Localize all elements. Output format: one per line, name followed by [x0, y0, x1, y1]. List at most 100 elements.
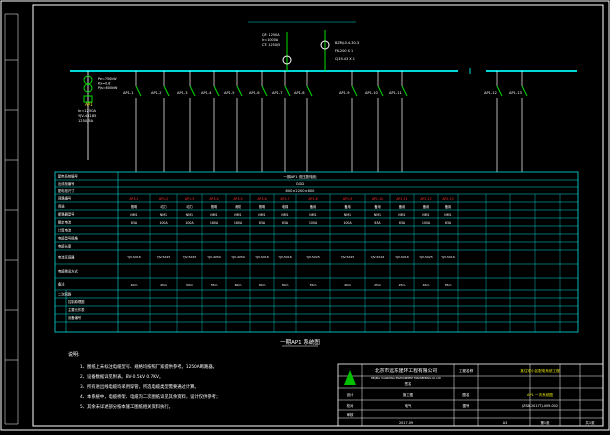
cell-feeder-id: AP1-7 [280, 197, 289, 201]
cell-spec: YJV-5X25 [183, 255, 197, 259]
cell-length: 45m [423, 283, 430, 287]
note-line: 1、图纸上未标注电缆型号、规格均按照厂家提供参考。1250A断路器。 [80, 363, 217, 370]
cell-spec: YJV-5X25 [341, 255, 355, 259]
cap-bank-label-group: BZMJ-0.4-30-3 FK-200 X 1 CJ19-43 X 1 [335, 41, 359, 61]
cell-use: 备用 [399, 204, 405, 209]
cell-length: 35m [211, 283, 218, 287]
drawing-name: AP1 一次系统图 [527, 392, 553, 397]
table-row-label: 出线柜编号 [58, 181, 75, 186]
switch-icon [521, 85, 528, 97]
cell-feeder-id: AP1-12 [420, 197, 431, 201]
note-line: 4、本系统中，电缆桥架、电缆沟二次图纸详见其余资料，设计仅供参考； [80, 393, 220, 400]
cell-spec: YJV-4X50 [207, 255, 221, 259]
feeder-ap1-11: AP1-11 [389, 71, 408, 172]
cell-spec: YJV-5X25 [419, 255, 433, 259]
note-line: 5、其余未详述部分按本施工图纸相关资料执行。 [80, 403, 173, 410]
cell-length: 50m [186, 283, 193, 287]
transformer-label: Ir=1000A [262, 38, 279, 42]
table-row-label: 电缆长度 [58, 243, 72, 248]
incoming-group: AP1 In=1250AYJV-4X1851250/5A Pe=750kWKx=0… [78, 71, 118, 160]
table-sub-label: 控制原理图 [68, 299, 85, 304]
table-merged-third: 800×2200×600 [286, 189, 316, 193]
cell-current: 160A [210, 221, 219, 225]
cell-length: 35m [445, 283, 452, 287]
cell-current: 100A [185, 221, 194, 225]
feeder-ap1-6: AP1-6 [249, 71, 268, 172]
cell-feeder-id: AP1-4 [209, 197, 218, 201]
feeder-id-label: AP1-13 [509, 91, 522, 95]
cell-spec: YJV-5X16 [255, 255, 269, 259]
feeder-ap1-1: AP1-1 [123, 71, 142, 172]
feeder-id-label: AP1-10 [365, 91, 378, 95]
notes-block: 说明:1、图纸上未标注电缆型号、规格均按照厂家提供参考。1250A断路器。 2、设… [68, 351, 220, 410]
cell-breaker: NM1 [422, 213, 429, 217]
cell-length: 45m [160, 283, 167, 287]
project-label: 工程名称 [459, 368, 474, 373]
cell-use: 照明 [131, 205, 137, 209]
cell-current: 100A [422, 221, 431, 225]
cell-length: 40m [131, 283, 138, 287]
transformer-area: QF: 1250AIr=1000ACT: 1250/5 BZMJ-0.4-30-… [248, 21, 359, 71]
cell-spec: YJV-5X16 [395, 255, 409, 259]
cap-bank-label: BZMJ-0.4-30-3 [335, 41, 359, 45]
cell-current: 63A [259, 221, 266, 225]
table-sub-label: 设备编号 [68, 315, 82, 320]
cell-spec: YJV-5X16 [441, 255, 455, 259]
cell-length: 30m [259, 283, 266, 287]
cell-feeder-id: AP1-10 [372, 197, 383, 201]
feeder-id-label: AP1-6 [249, 91, 260, 95]
cell-feeder-id: AP1-11 [396, 197, 407, 201]
cell-use: 动力 [186, 204, 192, 209]
cell-breaker: NM1 [309, 213, 316, 217]
inner-frame [32, 4, 604, 427]
cell-use: 照明 [259, 205, 265, 209]
cell-current: 63A [131, 221, 138, 225]
approve-label: 审核 [347, 412, 354, 417]
feeder-ap1-8: AP1-8 [294, 71, 313, 172]
feeder-id-label: AP1-8 [294, 91, 305, 95]
note-line: 2、设备数据详见附表。BV-0.5kV 0.7KV。 [80, 373, 163, 380]
switch-icon [163, 85, 170, 97]
distribution-table: 配电系统编号出线柜编号配电柜尺寸回路编号用途断路器型号额定电流计算电流电缆型号规… [54, 171, 579, 333]
cell-use: 电梯 [282, 204, 289, 209]
cell-use: 动力 [160, 204, 166, 209]
cell-feeder-id: AP1-9 [343, 197, 352, 201]
feeder-id-label: AP1-9 [339, 91, 350, 95]
cell-length: 25m [399, 283, 406, 287]
cell-feeder-id: AP1-2 [159, 197, 168, 201]
company-logo-icon [344, 370, 356, 385]
table-sub-label: 主要元件表 [68, 307, 85, 312]
cell-use: 备用 [445, 204, 451, 209]
cell-breaker: NM1 [160, 213, 167, 217]
incoming-label: YJV-4X185 [78, 114, 96, 118]
cell-use: 消防 [235, 204, 242, 209]
switch-icon [351, 85, 358, 97]
cell-breaker: NM1 [210, 213, 217, 217]
switch-icon [496, 85, 503, 97]
table-row-label: 回路编号 [58, 195, 72, 200]
project-name: 某住宅小区配电系统工程 [520, 368, 560, 373]
cell-breaker: NM1 [374, 213, 381, 217]
feeder-ap1-12: AP1-12 [484, 71, 503, 172]
switch-icon [306, 85, 313, 97]
switch-icon [377, 85, 384, 97]
table-row-label: 配电系统编号 [58, 173, 78, 178]
switch-icon [213, 85, 220, 97]
table-row-label: 额定电流 [58, 219, 72, 224]
specialty-label: 电气 [405, 403, 412, 408]
company-name-en: BEIJING YUANDONG ENVIRONMENT ENGINEERING… [371, 377, 441, 380]
table-merged-second: GGD [296, 182, 305, 186]
drawing-label: 图名 [462, 392, 470, 397]
switch-icon [261, 85, 268, 97]
cell-current: 100A [309, 221, 318, 225]
feeder-id-label: AP1-1 [123, 91, 134, 95]
cell-length: 55m [310, 283, 317, 287]
cell-length: 60m [235, 283, 242, 287]
cap-bank-label: FK-200 X 1 [335, 49, 353, 53]
signature-label: 签名 [405, 381, 412, 386]
cell-breaker: NM1 [444, 213, 451, 217]
cap-bank-label: CJ19-43 X 1 [335, 57, 355, 61]
table-row-label: 配电柜尺寸 [58, 188, 75, 193]
cell-spec: YJV-4X50 [231, 255, 245, 259]
feeder-id-label: AP1-7 [272, 91, 283, 95]
